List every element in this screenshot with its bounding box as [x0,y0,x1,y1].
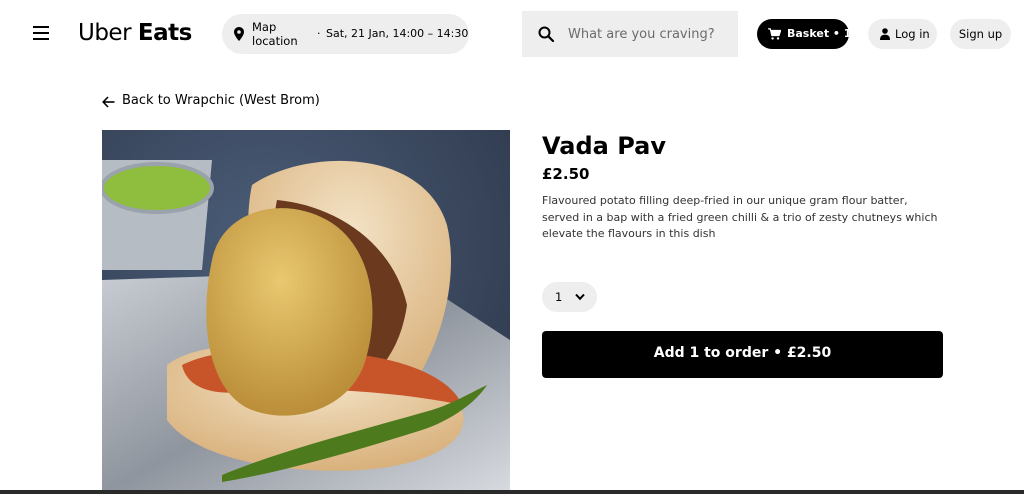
add-to-order-label: Add 1 to order • £2.50 [653,345,832,361]
arrow-left-icon [102,96,115,108]
product-image [102,130,510,494]
uber-eats-logo[interactable]: Uber Eats [78,19,192,47]
login-label: Log in [895,27,930,41]
search-bar[interactable] [522,11,738,57]
search-input[interactable] [568,24,728,44]
bottom-edge-bar [0,490,1024,494]
login-button[interactable]: Log in [868,19,937,49]
product-title: Vada Pav [542,132,666,160]
quantity-value: 1 [555,290,563,304]
product-price: £2.50 [542,165,590,183]
basket-button[interactable]: Basket • 1 [757,19,852,49]
delivery-location-button[interactable]: Map location · Sat, 21 Jan, 14:00 – 14:3… [222,14,469,54]
logo-brand: Uber [78,20,132,46]
top-navigation: Uber Eats Map location · Sat, 21 Jan, 14… [0,0,1024,68]
chevron-down-icon [575,293,585,301]
add-to-order-button[interactable]: Add 1 to order • £2.50 [542,331,943,378]
delivery-time: Sat, 21 Jan, 14:00 – 14:30 [326,27,469,40]
signup-label: Sign up [958,27,1003,41]
basket-label: Basket • 1 [787,27,852,40]
person-icon [880,28,890,40]
back-link-label: Back to Wrapchic (West Brom) [122,93,320,108]
vada-pav-photo [102,130,510,494]
signup-button[interactable]: Sign up [950,19,1011,49]
hamburger-menu-icon[interactable] [33,26,49,40]
logo-product: Eats [137,20,192,46]
map-location-label: Map location [252,20,298,48]
product-description: Flavoured potato filling deep-fried in o… [542,194,938,240]
quantity-select[interactable]: 1 [542,282,597,312]
search-icon [538,26,554,42]
location-pin-icon [234,27,244,41]
cart-icon [768,28,781,40]
separator-dot: · [317,27,321,40]
